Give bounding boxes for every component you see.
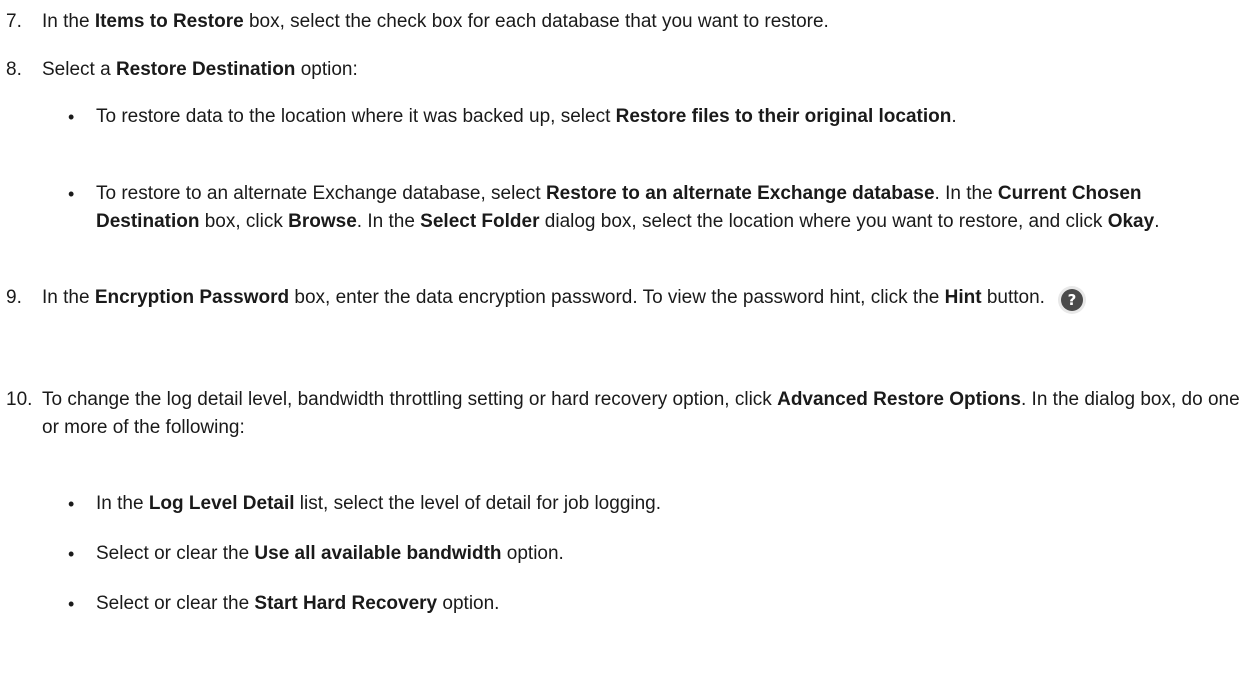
bullet-dot: • xyxy=(68,494,75,514)
ui-term-restore-destination: Restore Destination xyxy=(115,59,296,80)
step-text: To change the log detail level, bandwidt… xyxy=(42,389,1240,438)
bullet-hard-recovery: • Select or clear the Start Hard Recover… xyxy=(68,590,1198,618)
bullet-alternate-database: • To restore to an alternate Exchange da… xyxy=(68,180,1198,236)
ui-term-browse: Browse xyxy=(288,211,357,232)
ui-term-items-to-restore: Items to Restore xyxy=(94,11,244,32)
bullet-log-level-detail: • In the Log Level Detail list, select t… xyxy=(68,490,1198,518)
ui-term-advanced-restore-options: Advanced Restore Options xyxy=(777,389,1021,410)
step-8: 8. Select a Restore Destination option: xyxy=(6,56,1250,84)
ui-term-restore-original-location: Restore files to their original location xyxy=(615,106,952,127)
help-question-icon: ? xyxy=(1060,289,1083,311)
ui-term-start-hard-recovery: Start Hard Recovery xyxy=(254,593,438,614)
bullet-dot: • xyxy=(68,184,75,204)
bullet-bandwidth: • Select or clear the Use all available … xyxy=(68,540,1198,568)
step-text: box, select the check box for each datab… xyxy=(243,11,829,32)
step-number: 9. xyxy=(6,287,22,308)
ui-term-log-level-detail: Log Level Detail xyxy=(148,493,295,514)
bullet-dot: • xyxy=(68,544,75,564)
ui-term-restore-alternate-database: Restore to an alternate Exchange databas… xyxy=(545,183,935,204)
ui-term-hint: Hint xyxy=(944,287,982,308)
bullet-text: Select or clear the Use all available ba… xyxy=(96,543,564,564)
bullet-dot: • xyxy=(68,107,75,127)
step-7: 7. In the Items to Restore box, select th… xyxy=(6,8,1250,36)
bullet-text: To restore to an alternate Exchange data… xyxy=(96,183,1160,232)
bullet-text: In the Log Level Detail list, select the… xyxy=(96,493,662,514)
ui-term-encryption-password: Encryption Password xyxy=(94,287,290,308)
step-number: 8. xyxy=(6,59,22,80)
step-text: In the xyxy=(42,11,95,32)
step-number: 10. xyxy=(6,389,33,410)
ui-term-use-all-bandwidth: Use all available bandwidth xyxy=(254,543,502,564)
ui-term-select-folder: Select Folder xyxy=(420,211,540,232)
step-text: option: xyxy=(295,59,358,80)
step-10: 10. To change the log detail level, band… xyxy=(6,386,1250,442)
step-9: 9. In the Encryption Password box, enter… xyxy=(6,284,1250,312)
step-text: In the Encryption Password box, enter th… xyxy=(6,284,1250,312)
step-number: 7. xyxy=(6,11,22,32)
step-text: Select a xyxy=(42,59,116,80)
bullet-original-location: • To restore data to the location where … xyxy=(68,103,1198,131)
bullet-text: Select or clear the Start Hard Recovery … xyxy=(96,593,500,614)
bullet-text: To restore data to the location where it… xyxy=(96,106,957,127)
ui-term-okay: Okay xyxy=(1107,211,1155,232)
bullet-dot: • xyxy=(68,594,75,614)
